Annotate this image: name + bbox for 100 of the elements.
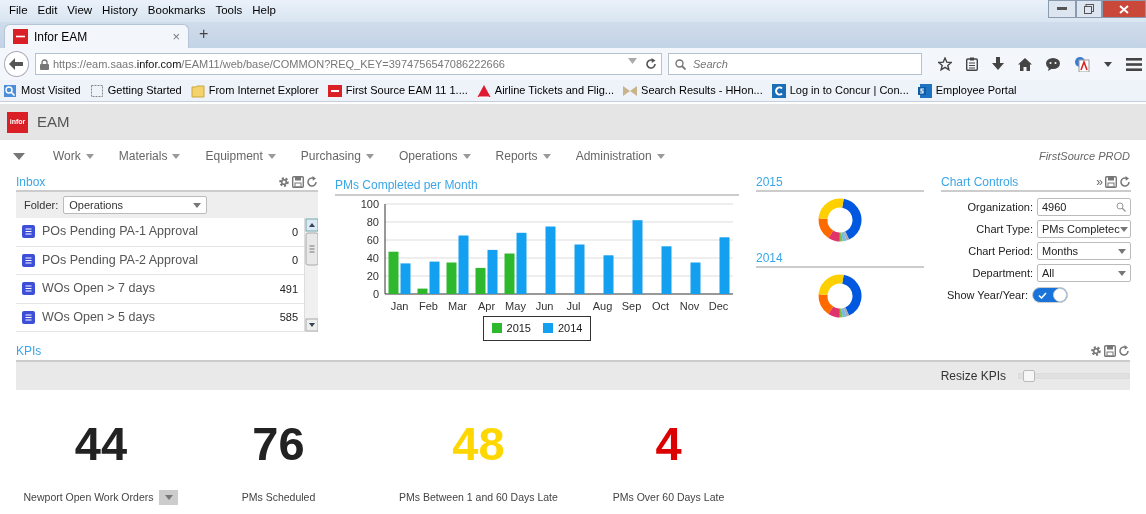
bookmark-link[interactable]: First Source EAM 11 1....: [327, 82, 468, 99]
menu-item[interactable]: Work: [53, 147, 94, 165]
inbox-item[interactable]: POs Pending PA-2 Approval 0: [16, 246, 304, 275]
caret-icon: [462, 153, 471, 159]
clipboard-icon[interactable]: [966, 57, 978, 71]
dropdown-field[interactable]: PMs Completec: [1037, 220, 1131, 238]
menu-item[interactable]: Help: [247, 2, 281, 20]
menu-item[interactable]: Operations: [398, 147, 471, 165]
caret-icon: [656, 153, 665, 159]
legend-label: 2015: [506, 321, 531, 336]
settings-icon[interactable]: [278, 176, 290, 188]
caret-icon[interactable]: [1104, 61, 1112, 67]
new-tab-button[interactable]: +: [189, 22, 219, 48]
bookmark-link[interactable]: Airline Tickets and Flig...: [476, 82, 615, 99]
menu-toggle-button[interactable]: [13, 152, 25, 160]
bookmark-link[interactable]: Log in to Concur | Con...: [771, 82, 909, 99]
menu-item[interactable]: Tools: [210, 2, 248, 20]
tab-close-button[interactable]: ×: [172, 26, 180, 47]
slider-thumb[interactable]: [1023, 369, 1036, 382]
star-icon[interactable]: [938, 57, 952, 71]
restore-button[interactable]: [1076, 0, 1102, 18]
menu-item[interactable]: History: [97, 2, 143, 20]
menu-item[interactable]: Purchasing: [300, 147, 374, 165]
menu-item[interactable]: File: [4, 2, 33, 20]
axis-tick-label: Feb: [419, 300, 438, 312]
environment-label: FirstSource PROD: [1038, 148, 1130, 164]
download-icon[interactable]: [992, 57, 1004, 71]
folder-icon: [190, 83, 205, 98]
list-icon: [22, 282, 35, 296]
kpi-label: Newport Open Work Orders: [23, 489, 154, 505]
url-text: https://eam.saas.infor.com/EAM11/web/base/COMMON?REQ_KEY=3974756547086222666: [52, 56, 505, 72]
list-icon: [22, 310, 35, 324]
list-icon: [22, 225, 35, 239]
menu-item[interactable]: Administration: [575, 147, 665, 165]
axis-tick-label: 20: [366, 270, 379, 282]
caret-icon: [267, 153, 276, 159]
lookup-field[interactable]: 4960: [1037, 198, 1131, 216]
toggle-switch[interactable]: [1031, 287, 1068, 303]
caret-icon: [85, 153, 94, 159]
axis-tick-label: Jul: [566, 300, 581, 312]
minimize-button[interactable]: [1048, 0, 1076, 18]
minimize-icon: [1057, 7, 1067, 11]
bookmark-link[interactable]: Search Results - HHon...: [623, 82, 763, 99]
toggle-label: Show Year/Year:: [947, 287, 1028, 303]
kpi-menu-button[interactable]: [159, 489, 179, 505]
caret-icon: [1118, 248, 1126, 254]
save-icon[interactable]: [1105, 176, 1117, 188]
refresh-icon[interactable]: [306, 176, 318, 188]
chart-bar: [690, 262, 701, 294]
dropdown-field[interactable]: All: [1037, 264, 1131, 282]
bookmark-link[interactable]: Getting Started: [89, 82, 182, 99]
caret-icon: [13, 152, 25, 160]
panel-title: Inbox: [16, 174, 46, 191]
close-button[interactable]: [1102, 0, 1146, 18]
logo-icon: [13, 29, 28, 44]
list-icon: [22, 253, 35, 267]
address-bar[interactable]: https://eam.saas.infor.com/EAM11/web/base/COMMON?REQ_KEY=3974756547086222666: [34, 53, 662, 75]
caret-icon: [164, 494, 173, 500]
kpi-value: 4: [655, 419, 682, 467]
inbox-item[interactable]: WOs Open > 5 days 585: [16, 303, 304, 332]
search-icon: [1116, 202, 1126, 212]
browser-tab[interactable]: Infor EAM ×: [4, 24, 189, 48]
inbox-item[interactable]: WOs Open > 7 days 491: [16, 275, 304, 304]
search-field[interactable]: Search: [668, 53, 922, 75]
chart-bar: [388, 251, 399, 294]
bookmark-link[interactable]: From Internet Explorer: [190, 82, 319, 99]
menu-item[interactable]: Equipment: [205, 147, 276, 165]
menu-item[interactable]: Materials: [118, 147, 181, 165]
chat-bubble-icon[interactable]: [1046, 57, 1060, 71]
menu-item[interactable]: Reports: [495, 147, 551, 165]
save-icon[interactable]: [1104, 344, 1116, 357]
back-button[interactable]: [4, 51, 29, 77]
save-icon[interactable]: [292, 176, 304, 188]
field-label: Chart Period:: [968, 243, 1033, 259]
panel-title: 2015: [756, 174, 783, 191]
chart-bar: [603, 255, 614, 294]
triangle-icon: [476, 83, 491, 98]
chart-bar: [719, 237, 730, 294]
axis-tick-label: Sep: [621, 300, 642, 312]
reload-icon[interactable]: [645, 58, 657, 70]
home-icon[interactable]: [1018, 57, 1032, 71]
kpi-value: 76: [252, 419, 305, 467]
expand-button[interactable]: »: [1096, 173, 1103, 191]
menu-item[interactable]: Bookmarks: [142, 2, 211, 20]
bookmark-link[interactable]: Employee Portal: [917, 82, 1017, 99]
kpi-label: PMs Between 1 and 60 Days Late: [399, 489, 558, 505]
menu-item[interactable]: Edit: [32, 2, 63, 20]
dropdown-field[interactable]: Months: [1037, 242, 1131, 260]
lock-icon: [39, 58, 49, 70]
settings-icon[interactable]: [1090, 344, 1102, 357]
inbox-item[interactable]: POs Pending PA-1 Approval 0: [16, 218, 304, 247]
pdf-icon[interactable]: [1074, 56, 1090, 72]
menu-icon[interactable]: [1126, 57, 1142, 71]
donut-chart-drawing: [818, 274, 862, 318]
bookmark-link[interactable]: Most Visited: [3, 82, 81, 99]
folder-select[interactable]: Operations: [63, 196, 208, 214]
menu-item[interactable]: View: [62, 2, 98, 20]
field-label: Department:: [972, 265, 1033, 281]
refresh-icon[interactable]: [1119, 176, 1131, 188]
refresh-icon[interactable]: [1118, 344, 1130, 357]
